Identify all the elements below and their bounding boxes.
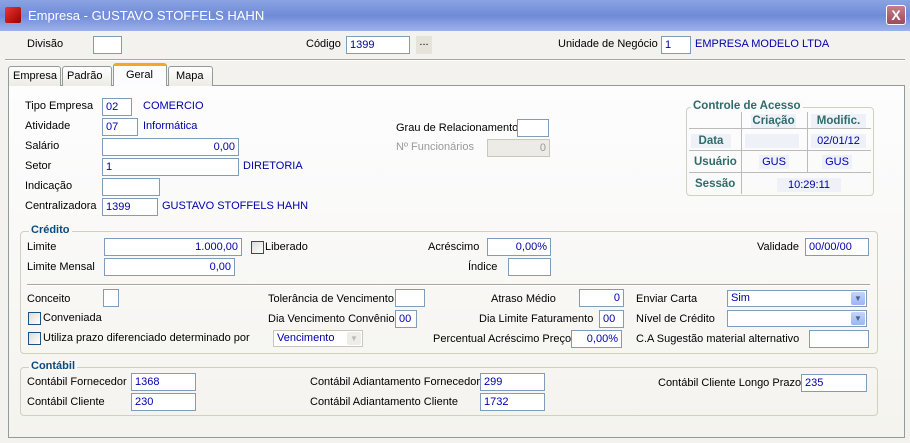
ca-sugestao-label: C.A Sugestão material alternativo [636,333,800,345]
conveniada-checkbox[interactable] [28,312,41,325]
prazo-por-value: Vencimento [277,332,335,344]
nivel-credito-label: Nível de Crédito [636,313,715,325]
liberado-checkbox[interactable] [251,241,264,254]
divisao-input[interactable] [93,36,122,54]
contabil-fornecedor-input[interactable]: 1368 [131,373,196,391]
dia-vencimento-label: Dia Vencimento Convênio [268,313,395,325]
prazo-por-select[interactable]: Vencimento ▼ [273,330,363,347]
nivel-credito-select[interactable]: ▼ [727,310,867,327]
controle-acesso-title: Controle de Acesso [691,100,803,112]
usuario-modific: GUS [822,155,852,169]
divisao-label: Divisão [27,38,64,50]
unidade-input[interactable]: 1 [661,36,691,54]
indicacao-label: Indicação [25,180,73,192]
centralizadora-label: Centralizadora [25,200,97,212]
funcionarios-input: 0 [487,139,550,157]
limite-mensal-label: Limite Mensal [27,261,95,273]
unidade-nome: EMPRESA MODELO LTDA [695,38,830,50]
contabil-fornecedor-label: Contábil Fornecedor [27,376,127,388]
data-modific: 02/01/12 [811,134,866,148]
usuario-label: Usuário [694,156,737,168]
usuario-criacao: GUS [759,155,789,169]
sessao-value: 10:29:11 [777,178,841,192]
contabil-cliente-input[interactable]: 230 [131,393,196,411]
modific-header: Modific. [811,114,866,128]
dia-vencimento-input[interactable]: 00 [395,310,417,328]
atividade-label: Atividade [25,120,71,132]
salario-input[interactable]: 0,00 [102,138,239,156]
limite-input[interactable]: 1.000,00 [104,238,242,256]
tab-empresa[interactable]: Empresa [8,66,61,86]
atraso-input[interactable]: 0 [579,289,624,307]
atividade-input[interactable]: 07 [102,118,138,136]
utiliza-prazo-label: Utiliza prazo diferenciado determinado p… [43,332,250,344]
tolerancia-label: Tolerância de Vencimento [268,293,394,305]
codigo-label: Código [306,38,341,50]
conceito-label: Conceito [27,293,71,305]
dia-limite-label: Dia Limite Faturamento [479,313,594,325]
utiliza-prazo-checkbox[interactable] [28,332,41,345]
cliente-longo-prazo-label: Contábil Cliente Longo Prazo [658,377,802,389]
data-label: Data [691,134,731,148]
cliente-longo-prazo-input[interactable]: 235 [801,374,867,392]
codigo-input[interactable]: 1399 [346,36,410,54]
salario-label: Salário [25,140,60,152]
contabil-title: Contábil [29,360,77,372]
validade-label: Validade [757,241,799,253]
limite-mensal-input[interactable]: 0,00 [104,258,235,276]
sessao-label: Sessão [695,178,736,190]
dia-limite-input[interactable]: 00 [599,310,624,328]
adiant-cliente-input[interactable]: 1732 [480,393,545,411]
funcionarios-label: Nº Funcionários [396,141,474,153]
setor-nome: DIRETORIA [243,160,303,172]
contabil-cliente-label: Contábil Cliente [27,396,105,408]
acrescimo-label: Acréscimo [428,241,480,253]
credito-title: Crédito [29,224,72,236]
enviar-carta-value: Sim [731,292,750,304]
adiant-cliente-label: Contábil Adiantamento Cliente [310,396,458,408]
chevron-down-icon: ▼ [851,312,865,325]
grau-label: Grau de Relacionamento [396,122,519,134]
grau-input[interactable] [517,119,549,137]
indice-label: Índice [468,261,498,273]
divider [5,59,905,61]
conceito-input[interactable] [103,289,119,307]
setor-input[interactable]: 1 [102,158,239,176]
adiant-fornecedor-label: Contábil Adiantamento Fornecedor [310,376,480,388]
tab-mapa[interactable]: Mapa [168,66,213,86]
chevron-down-icon: ▼ [851,292,865,305]
validade-input[interactable]: 00/00/00 [805,238,869,256]
tipo-nome: COMERCIO [143,100,204,112]
centralizadora-input[interactable]: 1399 [102,198,158,216]
tipo-label: Tipo Empresa [25,100,94,112]
percentual-input[interactable]: 0,00% [571,330,622,348]
ca-sugestao-input[interactable] [809,330,869,348]
atraso-label: Atraso Médio [491,293,556,305]
tolerancia-input[interactable] [395,289,425,307]
tipo-input[interactable]: 02 [102,98,132,116]
app-logo-icon [5,7,21,23]
enviar-carta-select[interactable]: Sim ▼ [727,290,867,307]
indicacao-input[interactable] [102,178,160,196]
limite-label: Limite [27,241,57,253]
acrescimo-input[interactable]: 0,00% [487,238,551,256]
window-title: Empresa - GUSTAVO STOFFELS HAHN [28,8,265,23]
chevron-down-icon: ▼ [347,332,361,345]
criacao-header: Criação [751,114,796,128]
unidade-label: Unidade de Negócio [558,38,658,50]
codigo-lookup-button[interactable]: ... [416,36,432,54]
close-button[interactable]: X [886,5,906,25]
setor-label: Setor [25,160,52,172]
conveniada-label: Conveniada [43,312,102,324]
data-criacao [745,134,799,148]
tab-padrao[interactable]: Padrão [62,66,112,86]
adiant-fornecedor-input[interactable]: 299 [480,373,545,391]
atividade-nome: Informática [143,120,198,132]
tab-geral[interactable]: Geral [113,63,167,86]
enviar-carta-label: Enviar Carta [636,293,698,305]
centralizadora-nome: GUSTAVO STOFFELS HAHN [162,200,309,212]
liberado-label: Liberado [265,241,308,253]
percentual-label: Percentual Acréscimo Preço [433,333,572,345]
indice-input[interactable] [508,258,551,276]
